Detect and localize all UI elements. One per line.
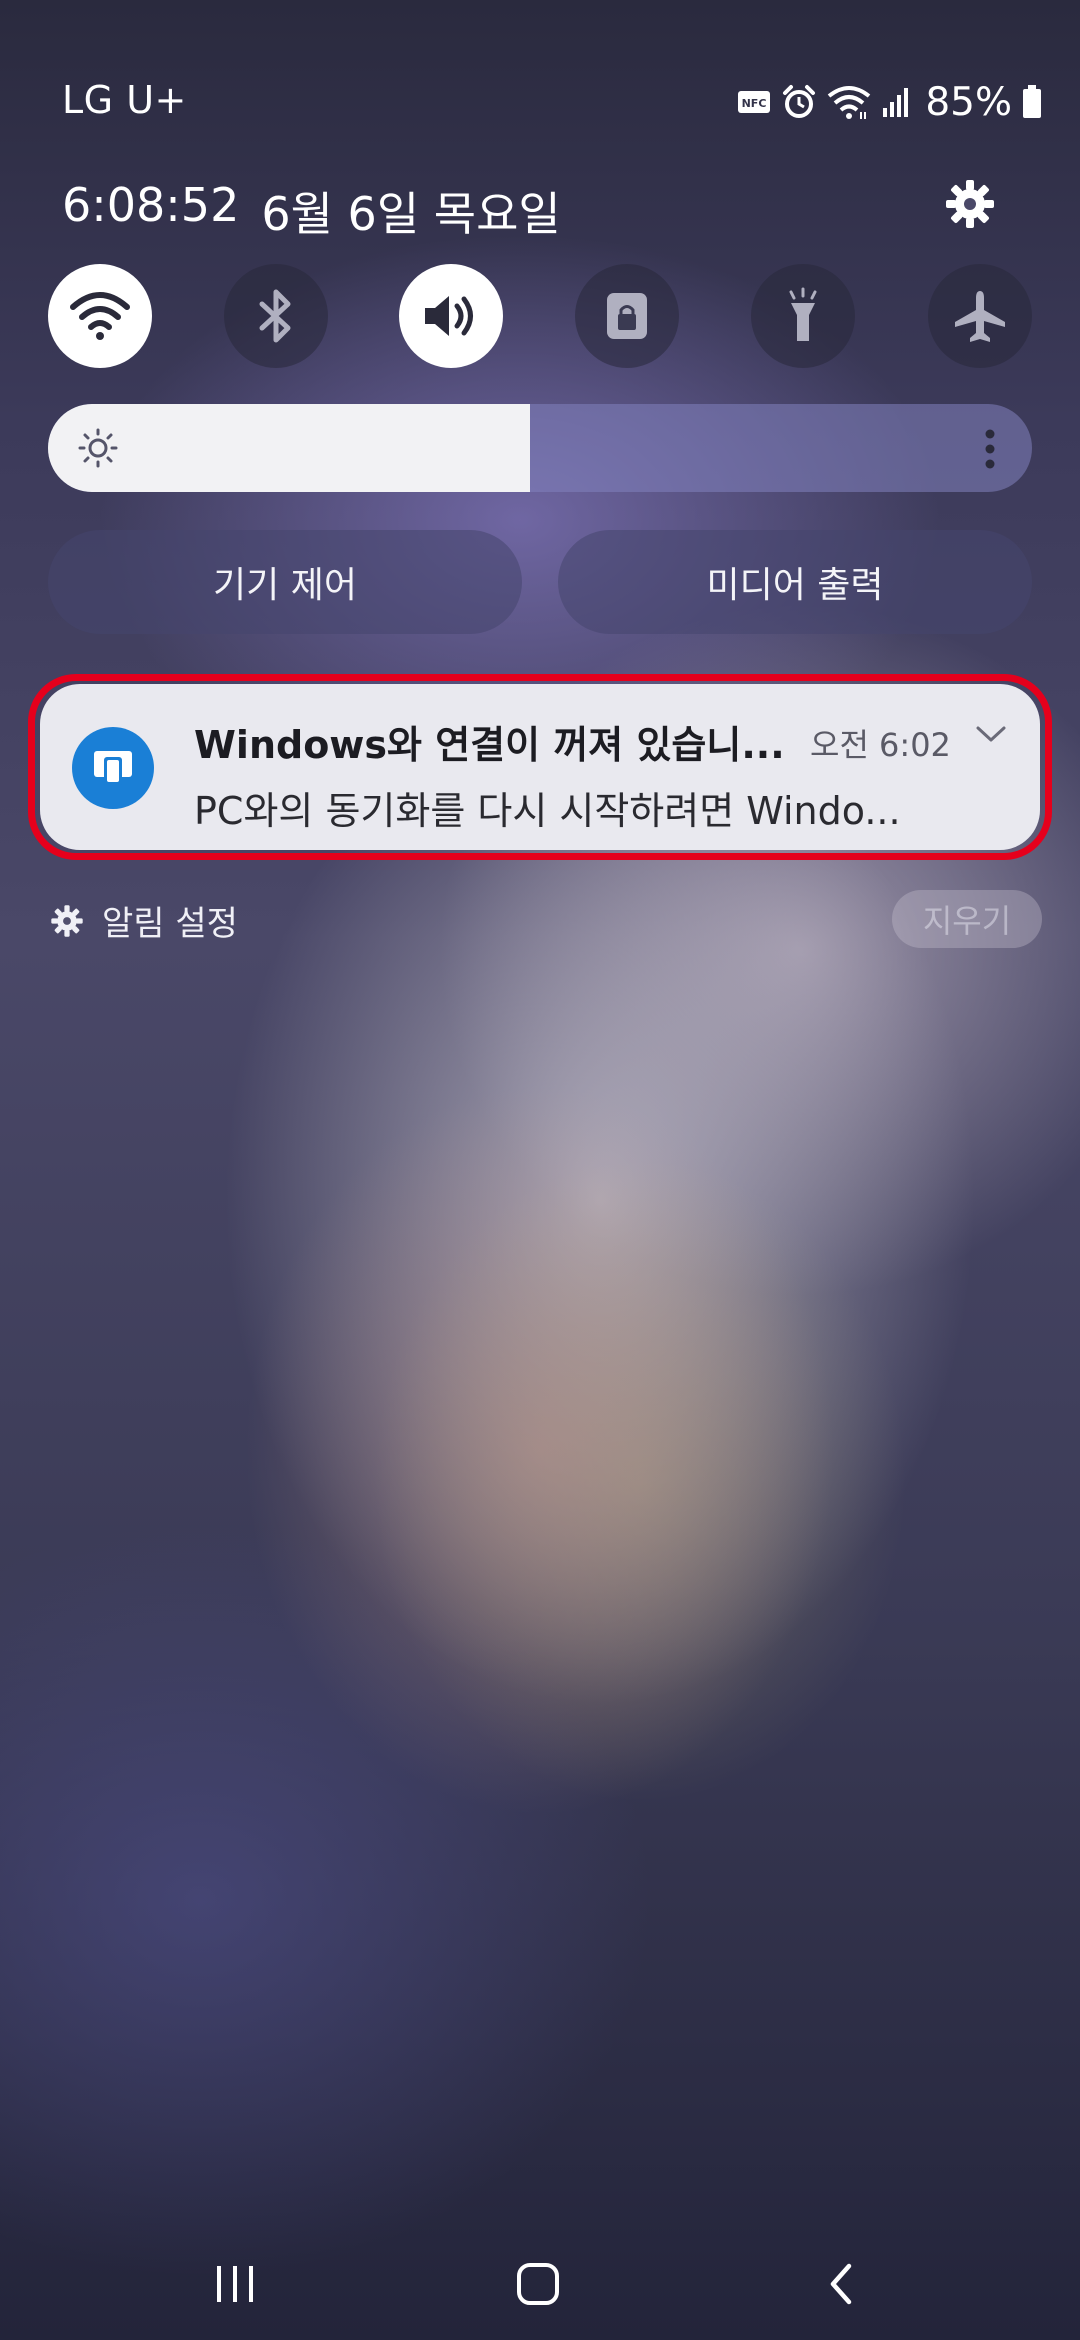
battery-icon [1022, 85, 1042, 119]
more-vertical-icon[interactable] [984, 428, 996, 470]
gear-icon[interactable] [942, 176, 998, 232]
svg-text:NFC: NFC [742, 97, 767, 110]
status-icons: NFC 85% [737, 78, 1042, 126]
lock-icon [604, 290, 650, 342]
gear-icon [50, 904, 84, 938]
qs-sound-toggle[interactable] [399, 264, 503, 368]
notification-settings-button[interactable]: 알림 설정 [50, 896, 238, 945]
notification-time: 오전 6:02 [810, 726, 951, 764]
qs-airplane-toggle[interactable] [928, 264, 1032, 368]
sound-icon [419, 288, 483, 344]
bluetooth-icon [256, 288, 296, 344]
notification-title: Windows와 연결이 꺼져 있습니... [194, 723, 785, 767]
flashlight-icon [783, 287, 823, 345]
device-control-button[interactable]: 기기 제어 [48, 530, 522, 634]
notification-body: PC와의 동기화를 다시 시작하려면 Windo... [194, 789, 901, 833]
clear-button[interactable]: 지우기 [892, 890, 1042, 948]
chevron-down-icon[interactable] [974, 722, 1008, 746]
qs-flashlight-toggle[interactable] [751, 264, 855, 368]
navigation-bar [0, 2220, 1080, 2340]
airplane-icon [952, 288, 1008, 344]
qs-wifi-toggle[interactable] [48, 264, 152, 368]
carrier-name: LG U+ [62, 78, 187, 122]
clock-time[interactable]: 6:08:52 [62, 178, 239, 244]
phone-link-icon [72, 727, 154, 809]
nfc-icon: NFC [737, 88, 771, 116]
datetime: 6:08:52 6월 6일 목요일 [62, 178, 561, 244]
cell-signal-icon [881, 86, 911, 118]
alarm-icon [781, 84, 817, 120]
home-icon[interactable] [508, 2254, 568, 2314]
date-label[interactable]: 6월 6일 목요일 [261, 178, 560, 244]
back-icon[interactable] [811, 2254, 871, 2314]
qs-rotation-lock-toggle[interactable] [575, 264, 679, 368]
notification-settings-label: 알림 설정 [102, 904, 238, 944]
brightness-fill [48, 404, 531, 492]
battery-percent: 85% [925, 79, 1012, 125]
quick-settings [48, 264, 1032, 368]
wifi-signal-icon [827, 84, 871, 120]
status-bar: LG U+ NFC 85% [0, 0, 1080, 200]
media-output-button[interactable]: 미디어 출력 [558, 530, 1032, 634]
qs-bluetooth-toggle[interactable] [224, 264, 328, 368]
recents-icon[interactable] [205, 2254, 265, 2314]
sun-icon [76, 426, 120, 470]
notification-card[interactable]: Windows와 연결이 꺼져 있습니... 오전 6:02 PC와의 동기화를… [40, 684, 1040, 850]
brightness-slider[interactable] [48, 404, 1032, 492]
wifi-icon [70, 291, 130, 341]
